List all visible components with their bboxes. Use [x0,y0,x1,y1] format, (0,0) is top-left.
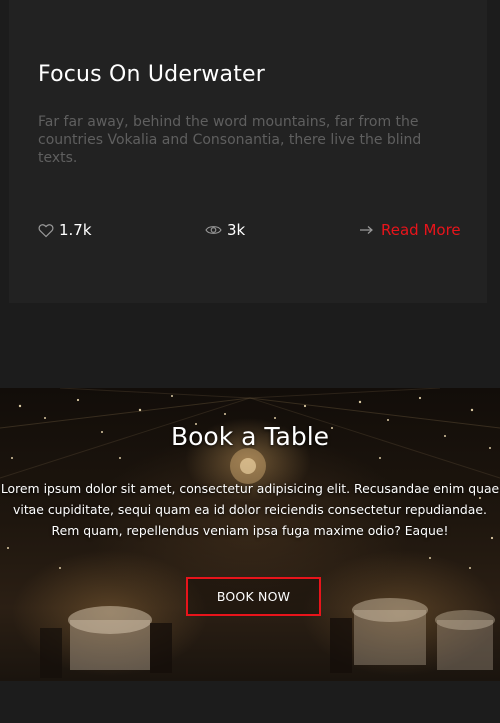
book-table-banner: Book a Table Lorem ipsum dolor sit amet,… [0,388,500,681]
arrow-right-icon [359,225,374,235]
banner-title: Book a Table [170,422,330,451]
heart-icon [38,223,54,238]
eye-icon [205,224,222,236]
likes-value: 1.7k [59,221,92,239]
read-more-label: Read More [381,221,461,239]
card-title[interactable]: Focus On Uderwater [38,62,265,87]
views-count[interactable]: 3k [205,218,245,242]
blog-card: Focus On Uderwater Far far away, behind … [9,0,487,303]
read-more-link[interactable]: Read More [359,218,461,242]
likes-count[interactable]: 1.7k [38,218,92,242]
banner-text: Lorem ipsum dolor sit amet, consectetur … [0,481,500,538]
book-now-button[interactable]: BOOK NOW [186,577,321,616]
card-excerpt: Far far away, behind the word mountains,… [38,114,422,166]
views-value: 3k [227,221,246,239]
